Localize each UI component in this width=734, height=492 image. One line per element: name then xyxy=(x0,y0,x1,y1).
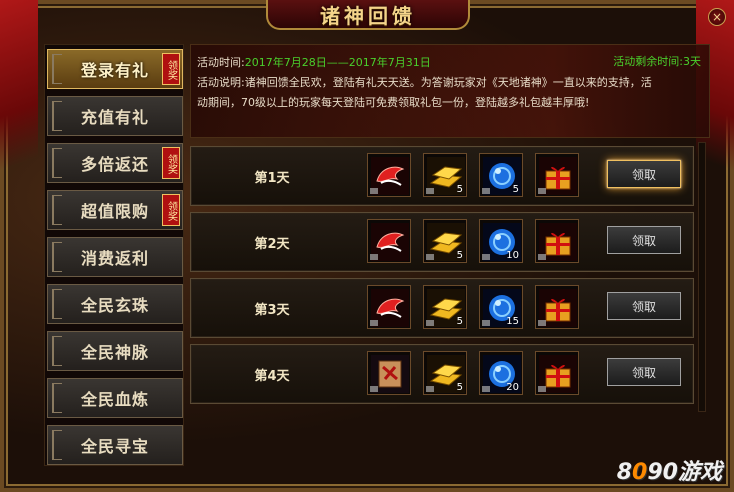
item-quantity: 5 xyxy=(456,250,463,261)
bound-lock-icon xyxy=(370,254,378,260)
sidebar-item-label: 超值限购 xyxy=(80,202,149,221)
reward-slot[interactable]: 5 xyxy=(423,351,467,395)
day-label: 第4天 xyxy=(254,369,290,384)
watermark-text-d: 游戏 xyxy=(677,460,722,485)
sidebar-item-limited-purchase[interactable]: 超值限购 领奖 xyxy=(47,190,183,230)
window-title: 诸神回馈 xyxy=(320,3,416,28)
sidebar-item-treasure-hunt[interactable]: 全民寻宝 xyxy=(47,425,183,465)
event-desc-text-1: 诸神回馈全民欢，登陆有礼天天送。为答谢玩家对《天地诸神》一直以来的支持，活 xyxy=(244,76,652,89)
day-label: 第1天 xyxy=(254,171,290,186)
reward-slot[interactable] xyxy=(535,219,579,263)
bound-lock-icon xyxy=(538,188,546,194)
remaining-time-value: 3天 xyxy=(683,55,701,68)
close-button[interactable]: × xyxy=(708,8,726,26)
reward-slot[interactable] xyxy=(535,153,579,197)
item-quantity: 10 xyxy=(506,250,519,261)
bound-lock-icon xyxy=(538,386,546,392)
item-quantity: 5 xyxy=(456,184,463,195)
reward-slot[interactable] xyxy=(535,285,579,329)
claim-button[interactable]: 领取 xyxy=(607,226,681,254)
bound-lock-icon xyxy=(426,386,434,392)
item-quantity: 15 xyxy=(506,316,519,327)
watermark-text-c: 90 xyxy=(647,460,678,485)
sidebar-item-multi-return[interactable]: 多倍返还 领奖 xyxy=(47,143,183,183)
reward-slot[interactable] xyxy=(367,285,411,329)
bound-lock-icon xyxy=(482,188,490,194)
event-time-label: 活动时间: xyxy=(197,56,245,69)
sidebar-item-label: 全民玄珠 xyxy=(80,296,149,315)
sidebar-item-label: 全民血炼 xyxy=(80,390,149,409)
reward-slot[interactable]: 15 xyxy=(479,285,523,329)
bound-lock-icon xyxy=(370,320,378,326)
sidebar-item-label: 消费返利 xyxy=(80,249,149,268)
bound-lock-icon xyxy=(482,320,490,326)
reward-row: 第2天 5 10 领取 xyxy=(190,212,694,272)
day-label: 第2天 xyxy=(254,237,290,252)
bound-lock-icon xyxy=(370,188,378,194)
day-label: 第3天 xyxy=(254,303,290,318)
sidebar-item-spend-rebate[interactable]: 消费返利 xyxy=(47,237,183,277)
claim-badge: 领奖 xyxy=(162,194,180,226)
sidebar-item-xuanzhu[interactable]: 全民玄珠 xyxy=(47,284,183,324)
sidebar-item-label: 充值有礼 xyxy=(80,108,149,127)
reward-slot[interactable] xyxy=(535,351,579,395)
reward-slot[interactable]: 20 xyxy=(479,351,523,395)
item-quantity: 5 xyxy=(512,184,519,195)
watermark-logo: 8090游戏 xyxy=(617,454,722,486)
item-quantity: 5 xyxy=(456,382,463,393)
event-info-panel: 活动时间:2017年7月28日——2017年7月31日 活动剩余时间:3天 活动… xyxy=(190,44,710,138)
reward-slot[interactable] xyxy=(367,219,411,263)
reward-row: 第4天 5 20 领取 xyxy=(190,344,694,404)
sidebar-item-shenmai[interactable]: 全民神脉 xyxy=(47,331,183,371)
event-time-value: 2017年7月28日——2017年7月31日 xyxy=(244,56,431,69)
sidebar: 登录有礼 领奖 充值有礼 多倍返还 领奖 超值限购 领奖 消费返利 全民玄珠 全… xyxy=(44,44,184,466)
sidebar-item-xuelian[interactable]: 全民血炼 xyxy=(47,378,183,418)
claim-badge: 领奖 xyxy=(162,53,180,85)
reward-slot[interactable] xyxy=(367,153,411,197)
remaining-time: 活动剩余时间:3天 xyxy=(613,53,701,69)
bound-lock-icon xyxy=(538,254,546,260)
item-quantity: 20 xyxy=(506,382,519,393)
bound-lock-icon xyxy=(426,320,434,326)
sidebar-item-label: 全民寻宝 xyxy=(80,437,149,456)
event-desc-line-2: 动期间，70级以上的玩家每天登陆可免费领取礼包一份，登陆越多礼包越丰厚哦! xyxy=(197,96,590,109)
bound-lock-icon xyxy=(538,320,546,326)
sidebar-item-login-gift[interactable]: 登录有礼 领奖 xyxy=(47,49,183,89)
title-plate: 诸神回馈 xyxy=(266,0,470,30)
reward-slot[interactable]: 5 xyxy=(479,153,523,197)
reward-slot[interactable]: 5 xyxy=(423,285,467,329)
claim-badge: 领奖 xyxy=(162,147,180,179)
claim-button[interactable]: 领取 xyxy=(607,160,681,188)
item-quantity: 5 xyxy=(456,316,463,327)
claim-button[interactable]: 领取 xyxy=(607,358,681,386)
bound-lock-icon xyxy=(370,386,378,392)
claim-button[interactable]: 领取 xyxy=(607,292,681,320)
sidebar-item-label: 多倍返还 xyxy=(80,155,149,174)
bound-lock-icon xyxy=(426,254,434,260)
reward-slot[interactable] xyxy=(367,351,411,395)
sidebar-item-label: 登录有礼 xyxy=(80,61,149,80)
watermark-text-a: 8 xyxy=(616,460,633,485)
reward-row: 第1天 5 5 领取 xyxy=(190,146,694,206)
reward-slot[interactable]: 5 xyxy=(423,153,467,197)
reward-row: 第3天 5 15 领取 xyxy=(190,278,694,338)
bound-lock-icon xyxy=(482,386,490,392)
event-desc-label: 活动说明: xyxy=(197,76,245,89)
reward-slot[interactable]: 10 xyxy=(479,219,523,263)
curtain-decoration-left xyxy=(0,0,38,200)
reward-slot[interactable]: 5 xyxy=(423,219,467,263)
scrollbar[interactable] xyxy=(698,142,706,412)
bound-lock-icon xyxy=(426,188,434,194)
sidebar-item-recharge-gift[interactable]: 充值有礼 xyxy=(47,96,183,136)
sidebar-item-label: 全民神脉 xyxy=(80,343,149,362)
bound-lock-icon xyxy=(482,254,490,260)
event-desc-line-1: 活动说明:诸神回馈全民欢，登陆有礼天天送。为答谢玩家对《天地诸神》一直以来的支持… xyxy=(197,73,703,93)
watermark-text-b: 0 xyxy=(632,460,648,485)
remaining-time-label: 活动剩余时间: xyxy=(613,55,683,68)
